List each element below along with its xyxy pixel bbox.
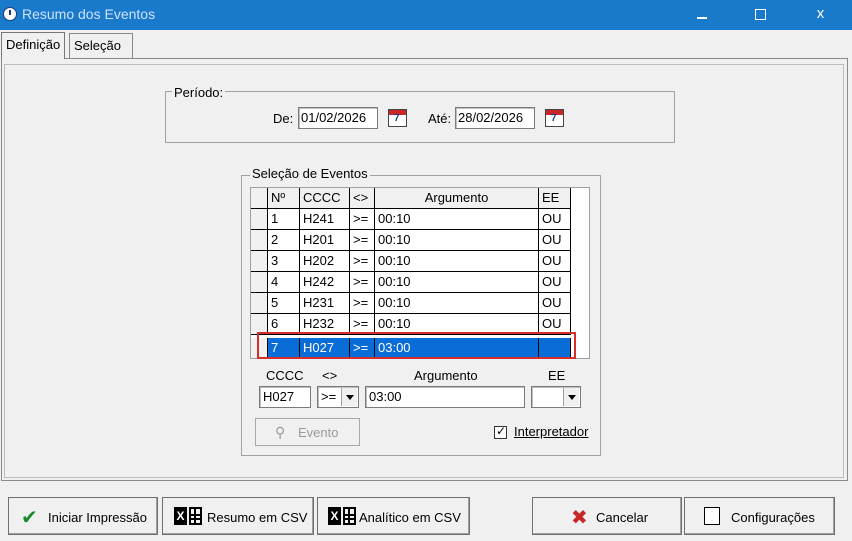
ee-label: EE — [548, 368, 566, 383]
iniciar-impressao-label: Iniciar Impressão — [48, 510, 147, 525]
grid-header: Nº CCCC <> Argumento EE — [251, 188, 589, 209]
row-selector[interactable] — [251, 272, 268, 293]
table-row[interactable]: 4 H242 >= 00:10 OU — [251, 272, 589, 293]
ee-select[interactable] — [531, 386, 581, 408]
cell-argumento[interactable]: 00:10 — [375, 251, 539, 272]
column-header-operator[interactable]: <> — [350, 188, 375, 209]
analitico-csv-label: Analítico em CSV — [359, 510, 461, 525]
table-row[interactable]: 2 H201 >= 00:10 OU — [251, 230, 589, 251]
chevron-down-icon[interactable] — [341, 388, 357, 406]
cell-num[interactable]: 4 — [268, 272, 300, 293]
de-label: De: — [273, 111, 294, 126]
tab-selecao[interactable]: Seleção — [69, 33, 133, 58]
title-bar[interactable]: Resumo dos Eventos x — [0, 0, 852, 30]
cccc-input[interactable]: H027 — [259, 386, 311, 408]
cell-num[interactable]: 5 — [268, 293, 300, 314]
cccc-label: CCCC — [266, 368, 304, 383]
document-settings-icon — [704, 507, 720, 525]
cancelar-label: Cancelar — [596, 510, 649, 525]
cell-ee[interactable]: OU — [539, 272, 571, 293]
column-header-ee[interactable]: EE — [539, 188, 571, 209]
column-header-cccc[interactable]: CCCC — [300, 188, 350, 209]
periodo-group — [165, 91, 675, 143]
cell-ee[interactable]: OU — [539, 251, 571, 272]
cell-operator[interactable]: >= — [350, 293, 375, 314]
configuracoes-button[interactable]: Configurações — [684, 497, 835, 535]
column-header-argumento[interactable]: Argumento — [375, 188, 539, 209]
cell-num[interactable]: 2 — [268, 230, 300, 251]
row-selector[interactable] — [251, 251, 268, 272]
row-selector[interactable] — [251, 293, 268, 314]
cell-ee[interactable]: OU — [539, 293, 571, 314]
table-row[interactable]: 3 H202 >= 00:10 OU — [251, 251, 589, 272]
cell-cccc[interactable]: H202 — [300, 251, 350, 272]
close-button[interactable]: x — [789, 0, 852, 30]
evento-button-label: Evento — [298, 425, 339, 440]
cell-argumento[interactable]: 00:10 — [375, 272, 539, 293]
cell-operator[interactable]: >= — [350, 251, 375, 272]
interpretador-label[interactable]: Interpretador — [514, 424, 588, 439]
table-row[interactable]: 5 H231 >= 00:10 OU — [251, 293, 589, 314]
selected-row-highlight — [257, 332, 576, 359]
cell-num[interactable]: 1 — [268, 209, 300, 230]
cell-operator[interactable]: >= — [350, 209, 375, 230]
check-icon: ✔ — [21, 507, 38, 529]
cell-ee[interactable]: OU — [539, 230, 571, 251]
resumo-csv-label: Resumo em CSV — [207, 510, 308, 525]
cell-argumento[interactable]: 00:10 — [375, 209, 539, 230]
row-selector[interactable] — [251, 209, 268, 230]
evento-button[interactable]: ⚲ Evento — [255, 418, 360, 446]
interpretador-checkbox[interactable] — [494, 424, 507, 439]
argumento-input[interactable]: 03:00 — [365, 386, 525, 408]
analitico-csv-button[interactable]: X Analítico em CSV — [317, 497, 470, 535]
cell-argumento[interactable]: 00:10 — [375, 230, 539, 251]
minimize-button[interactable] — [673, 0, 731, 30]
resumo-csv-button[interactable]: X Resumo em CSV — [162, 497, 314, 535]
excel-icon: X — [174, 507, 202, 525]
ate-date-field[interactable]: 28/02/2026 — [455, 107, 535, 129]
selecao-legend: Seleção de Eventos — [250, 166, 370, 181]
row-selector[interactable] — [251, 230, 268, 251]
cell-cccc[interactable]: H231 — [300, 293, 350, 314]
search-person-icon: ⚲ — [275, 424, 286, 440]
close-icon: ✖ — [571, 507, 588, 529]
ate-label: Até: — [428, 111, 452, 126]
argumento-label: Argumento — [414, 368, 478, 383]
de-date-field[interactable]: 01/02/2026 — [298, 107, 378, 129]
cell-cccc[interactable]: H242 — [300, 272, 350, 293]
configuracoes-label: Configurações — [731, 510, 815, 525]
chevron-down-icon[interactable] — [563, 388, 579, 406]
iniciar-impressao-button[interactable]: ✔ Iniciar Impressão — [8, 497, 158, 535]
window-title: Resumo dos Eventos — [22, 6, 156, 22]
calendar-icon[interactable] — [388, 109, 407, 127]
operator-select[interactable]: >= — [317, 386, 359, 408]
cell-argumento[interactable]: 00:10 — [375, 293, 539, 314]
excel-icon: X — [328, 507, 356, 525]
periodo-legend: Período: — [172, 85, 226, 100]
cell-operator[interactable]: >= — [350, 272, 375, 293]
tab-definicao[interactable]: Definição — [1, 32, 66, 59]
operator-label: <> — [322, 368, 338, 383]
operator-select-value: >= — [321, 389, 337, 404]
cell-num[interactable]: 3 — [268, 251, 300, 272]
cancelar-button[interactable]: ✖ Cancelar — [532, 497, 682, 535]
row-selector-header — [251, 188, 268, 209]
cell-cccc[interactable]: H201 — [300, 230, 350, 251]
cell-ee[interactable]: OU — [539, 209, 571, 230]
column-header-num[interactable]: Nº — [268, 188, 300, 209]
cell-operator[interactable]: >= — [350, 230, 375, 251]
table-row[interactable]: 1 H241 >= 00:10 OU — [251, 209, 589, 230]
cell-cccc[interactable]: H241 — [300, 209, 350, 230]
maximize-button[interactable] — [731, 0, 789, 30]
calendar-icon[interactable] — [545, 109, 564, 127]
clock-icon — [3, 7, 17, 21]
